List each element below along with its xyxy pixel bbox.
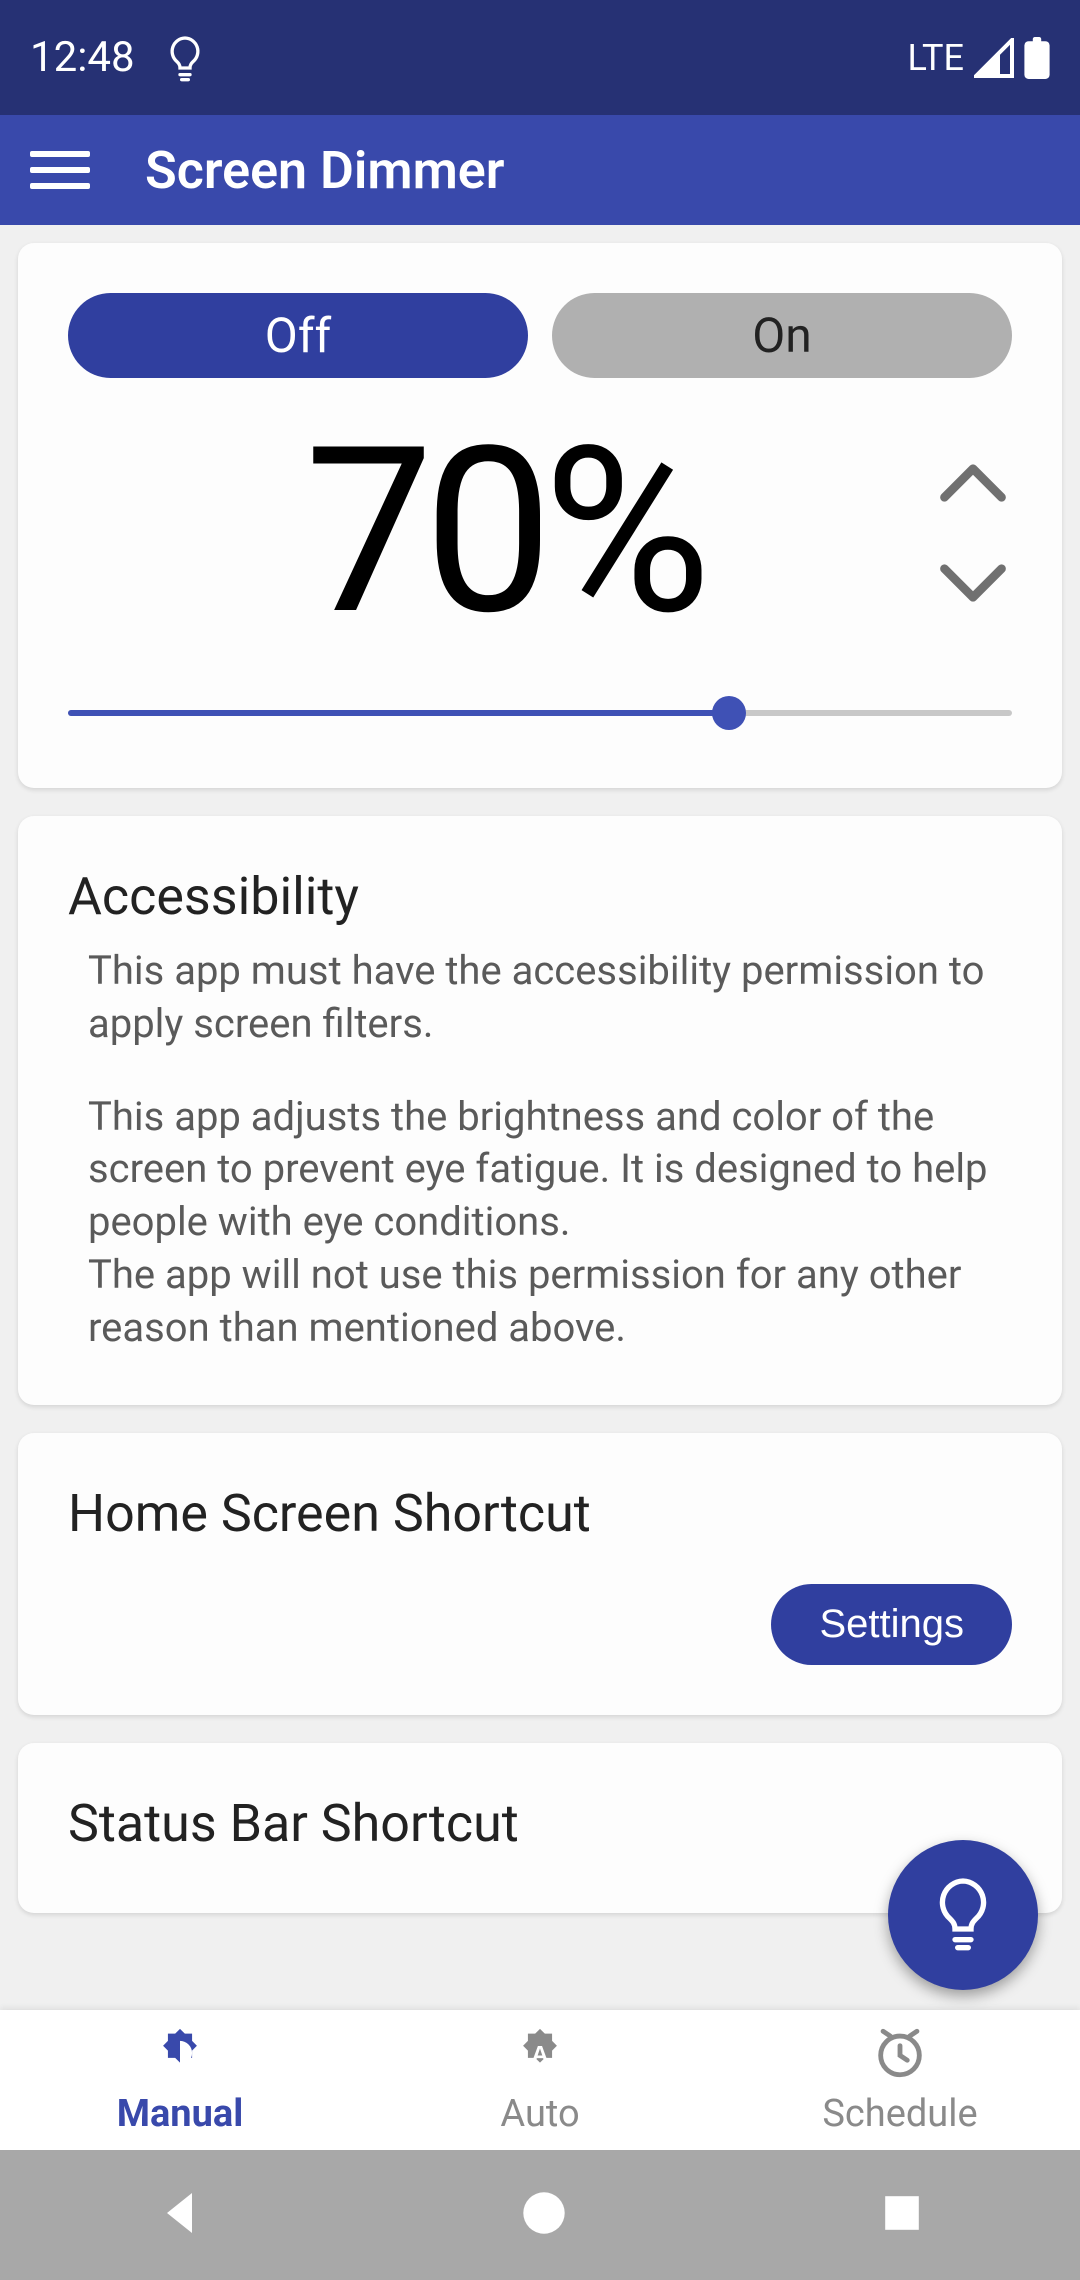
accessibility-body: This app must have the accessibility per… (68, 945, 1012, 1355)
bulb-icon (165, 33, 205, 83)
page-title: Screen Dimmer (145, 140, 504, 201)
app-bar: Screen Dimmer (0, 115, 1080, 225)
dimmer-card: Off On 70% (18, 243, 1062, 788)
home-shortcut-title: Home Screen Shortcut (68, 1483, 1012, 1544)
tab-manual[interactable]: Manual (0, 2010, 360, 2150)
clock-icon (871, 2024, 929, 2086)
onoff-toggle: Off On (68, 293, 1012, 378)
battery-icon (1024, 37, 1050, 79)
status-time: 12:48 (30, 33, 135, 82)
dimmer-percent: 70% (68, 418, 938, 648)
off-label: Off (265, 307, 331, 364)
accessibility-p1: This app must have the accessibility per… (88, 945, 1012, 1051)
tab-schedule-label: Schedule (822, 2092, 977, 2136)
tab-auto[interactable]: A Auto (360, 2010, 720, 2150)
fab-bulb-button[interactable] (888, 1840, 1038, 1990)
on-label: On (752, 307, 812, 364)
tab-manual-label: Manual (117, 2092, 244, 2136)
tab-schedule[interactable]: Schedule (720, 2010, 1080, 2150)
off-button[interactable]: Off (68, 293, 528, 378)
network-label: LTE (908, 37, 965, 79)
brightness-icon (151, 2024, 209, 2086)
bulb-icon (928, 1873, 998, 1957)
home-shortcut-settings-button[interactable]: Settings (771, 1584, 1012, 1665)
slider-thumb[interactable] (712, 696, 746, 730)
back-button[interactable] (157, 2188, 207, 2242)
home-shortcut-card: Home Screen Shortcut Settings (18, 1433, 1062, 1715)
auto-brightness-icon: A (511, 2024, 569, 2086)
android-nav-bar (0, 2150, 1080, 2280)
signal-icon (974, 38, 1014, 78)
chevron-up-icon[interactable] (938, 463, 1008, 503)
dimmer-slider[interactable] (68, 688, 1012, 738)
on-button[interactable]: On (552, 293, 1012, 378)
menu-icon[interactable] (30, 151, 90, 189)
bottom-nav: Manual A Auto Schedule (0, 2010, 1080, 2150)
tab-auto-label: Auto (500, 2092, 579, 2136)
home-button[interactable] (521, 2190, 567, 2240)
status-shortcut-title: Status Bar Shortcut (68, 1793, 1012, 1854)
accessibility-p2: This app adjusts the brightness and colo… (88, 1091, 1012, 1355)
recents-button[interactable] (881, 2192, 923, 2238)
accessibility-card[interactable]: Accessibility This app must have the acc… (18, 816, 1062, 1405)
svg-text:A: A (531, 2042, 548, 2069)
chevron-down-icon[interactable] (938, 563, 1008, 603)
android-status-bar: 12:48 LTE (0, 0, 1080, 115)
accessibility-title: Accessibility (68, 866, 1012, 927)
content-area: Off On 70% Accessibility (0, 225, 1080, 2010)
